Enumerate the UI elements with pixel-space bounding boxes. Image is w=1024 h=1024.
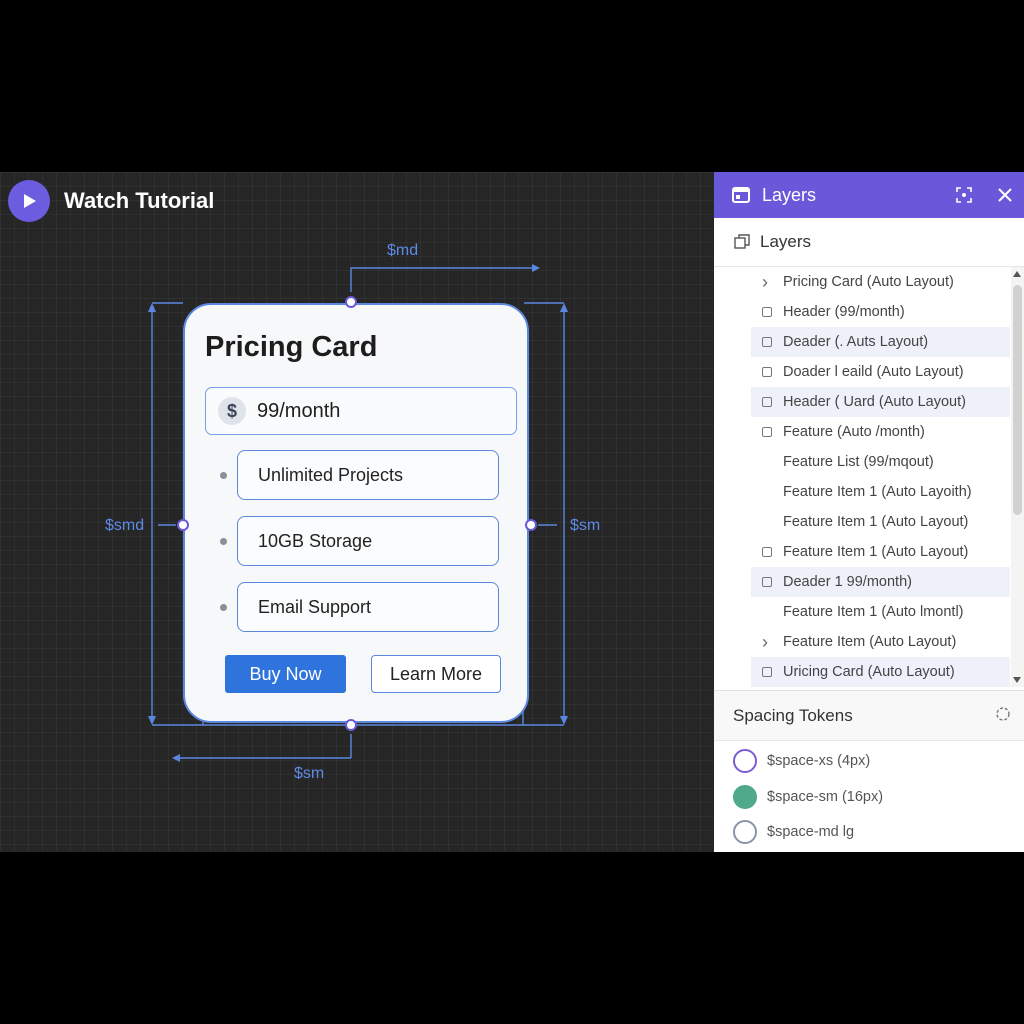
layer-label: Feature Item (Auto Layout) [783, 634, 957, 650]
scroll-thumb[interactable] [1013, 285, 1022, 515]
token-swatch [733, 785, 757, 809]
chevron-right-icon[interactable]: › [762, 272, 768, 293]
layer-row[interactable]: Uricing Card (Auto Layout) [751, 657, 1010, 687]
layer-label: Deader 1 99/month) [783, 574, 912, 590]
layer-row[interactable]: Deader 1 99/month) [751, 567, 1010, 597]
frame-icon [762, 667, 772, 677]
layer-label: Feature List (99/mqout) [783, 454, 934, 470]
layer-row[interactable]: Feature Item 1 (Auto Layout) [714, 507, 1010, 537]
token-label: $space-md lg [767, 824, 855, 840]
layer-row[interactable]: Doader l eaild (Auto Layout) [714, 357, 1010, 387]
panel-title: Layers [762, 184, 817, 205]
layer-list: › Pricing Card (Auto Layout) Header (99/mo… [714, 267, 1010, 687]
frame-icon [762, 337, 772, 347]
token-space-xs[interactable]: $space-xs (4px) [733, 747, 870, 775]
close-icon[interactable] [994, 184, 1016, 206]
frame-icon [762, 577, 772, 587]
layer-row[interactable]: Feature List (99/mqout) [714, 447, 1010, 477]
layer-row[interactable]: Header ( Uard (Auto Layout) [751, 387, 1010, 417]
layer-label: Header ( Uard (Auto Layout) [783, 394, 966, 410]
layer-row[interactable]: Feature (Auto /month) [714, 417, 1010, 447]
selection-handles [177, 296, 537, 731]
layers-panel-icon [732, 187, 750, 203]
layer-label: Uricing Card (Auto Layout) [783, 664, 955, 680]
layer-label: Feature Item 1 (Auto lmontl) [783, 604, 964, 620]
frame-icon [762, 547, 772, 557]
scroll-up-icon[interactable] [1013, 271, 1021, 277]
layer-label: Doader l eaild (Auto Layout) [783, 364, 964, 380]
layer-row[interactable]: › Pricing Card (Auto Layout) [714, 267, 1010, 297]
scroll-down-icon[interactable] [1013, 677, 1021, 683]
layer-label: Pricing Card (Auto Layout) [783, 274, 954, 290]
settings-icon[interactable] [994, 705, 1012, 723]
layer-row[interactable]: Deader (. Auts Layout) [751, 327, 1010, 357]
layers-subheader: Layers [714, 218, 1024, 267]
layers-panel: Layers Layers › Pricing Card (Auto Layout… [714, 172, 1024, 852]
layer-row[interactable]: › Feature Item (Auto Layout) [714, 627, 1010, 657]
layer-row[interactable]: Header (99/month) [714, 297, 1010, 327]
layer-label: Feature Item 1 (Auto Layout) [783, 544, 969, 560]
layers-subtitle: Layers [760, 232, 812, 251]
token-swatch [733, 820, 757, 844]
frame-icon [762, 367, 772, 377]
layer-label: Feature Item 1 (Auto Layoith) [783, 484, 972, 500]
layer-row[interactable]: Feature Item 1 (Auto Layout) [714, 537, 1010, 567]
layer-label: Feature Item 1 (Auto Layout) [783, 514, 969, 530]
layer-label: Feature (Auto /month) [783, 424, 925, 440]
layer-label: Header (99/month) [783, 304, 905, 320]
spacing-tokens-title: Spacing Tokens [733, 705, 853, 725]
frame-icon [762, 427, 772, 437]
token-space-md[interactable]: $space-md lg [733, 818, 854, 846]
token-swatch [733, 749, 757, 773]
token-space-sm[interactable]: $space-sm (16px) [733, 783, 883, 811]
layer-scrollbar[interactable] [1011, 267, 1024, 687]
editor-window: Watch Tutorial $md $smd $sm $sm Pricing … [0, 172, 1024, 852]
chevron-right-icon[interactable]: › [762, 632, 768, 653]
layers-icon [734, 234, 750, 250]
frame-icon [762, 397, 772, 407]
token-label: $space-sm (16px) [767, 789, 884, 805]
spacing-tokens-header: Spacing Tokens [714, 690, 1024, 741]
token-label: $space-xs (4px) [767, 753, 871, 769]
layer-row[interactable]: Feature Item 1 (Auto lmontl) [714, 597, 1010, 627]
layer-label: Deader (. Auts Layout) [783, 334, 929, 350]
frame-icon [762, 307, 772, 317]
panel-header: Layers [714, 172, 1024, 218]
layer-row[interactable]: Feature Item 1 (Auto Layoith) [714, 477, 1010, 507]
focus-icon[interactable] [953, 184, 975, 206]
design-canvas[interactable]: Watch Tutorial $md $smd $sm $sm Pricing … [0, 172, 714, 852]
